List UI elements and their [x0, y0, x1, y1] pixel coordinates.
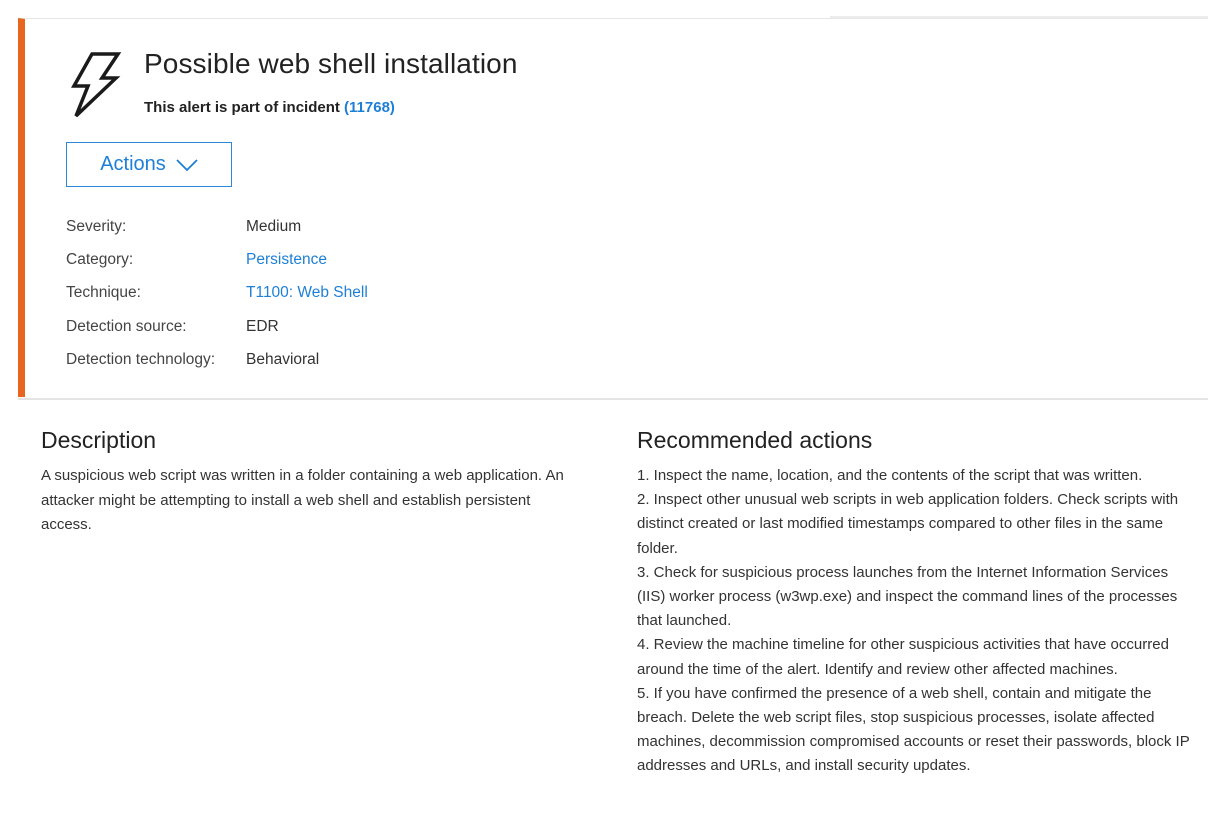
list-item: 5. If you have confirmed the presence of… [637, 684, 1190, 775]
list-item: 3. Check for suspicious process launches… [637, 563, 1178, 630]
alert-properties: Severity: Medium Category: Persistence T… [66, 210, 368, 376]
recommended-actions-list: 1. Inspect the name, location, and the c… [637, 464, 1197, 779]
list-item: 2. Inspect other unusual web scripts in … [637, 491, 1179, 557]
detection-technology-value: Behavioral [246, 350, 320, 368]
severity-value: Medium [246, 217, 302, 235]
incident-link[interactable]: (11768) [344, 99, 395, 116]
description-text: A suspicious web script was written in a… [41, 467, 564, 533]
property-key: Detection technology: [66, 350, 216, 368]
lightning-bolt-icon [71, 52, 122, 118]
property-key: Technique: [66, 284, 141, 302]
property-detection-source: Detection source: EDR [66, 310, 368, 343]
list-item: 1. Inspect the name, location, and the c… [637, 467, 1143, 484]
category-link[interactable]: Persistence [246, 251, 327, 269]
property-severity: Severity: Medium [66, 210, 368, 243]
technique-link[interactable]: T1100: Web Shell [246, 284, 368, 302]
actions-button-label: Actions [100, 153, 166, 175]
incident-reference: This alert is part of incident (11768) [144, 99, 395, 116]
section-divider [18, 398, 1208, 400]
detection-source-value: EDR [246, 317, 279, 335]
chevron-down-icon [176, 158, 198, 171]
list-item: 4. Review the machine timeline for other… [637, 636, 1169, 678]
property-technique: Technique: T1100: Web Shell [66, 277, 368, 310]
alert-title: Possible web shell installation [144, 48, 518, 79]
description-heading: Description [41, 427, 157, 453]
recommended-actions-heading: Recommended actions [637, 427, 873, 453]
property-key: Detection source: [66, 317, 187, 335]
property-key: Severity: [66, 217, 127, 235]
property-key: Category: [66, 250, 134, 268]
actions-button[interactable]: Actions [66, 142, 232, 187]
incident-reference-label: This alert is part of incident [144, 99, 345, 116]
property-category: Category: Persistence [66, 243, 368, 276]
property-detection-technology: Detection technology: Behavioral [66, 343, 368, 376]
